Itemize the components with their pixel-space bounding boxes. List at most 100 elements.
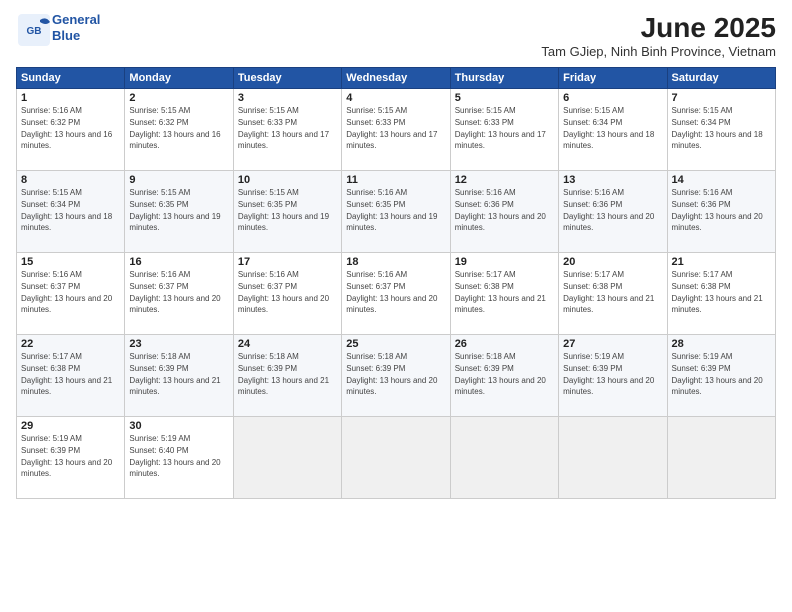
day-number: 8 [21, 174, 120, 186]
calendar-row: 22 Sunrise: 5:17 AMSunset: 6:38 PMDaylig… [17, 335, 776, 417]
day-number: 28 [672, 338, 771, 350]
day-info: Sunrise: 5:16 AMSunset: 6:32 PMDaylight:… [21, 106, 112, 150]
table-row: 29 Sunrise: 5:19 AMSunset: 6:39 PMDaylig… [17, 417, 125, 499]
th-thursday: Thursday [450, 68, 558, 89]
day-number: 15 [21, 256, 120, 268]
header-row: Sunday Monday Tuesday Wednesday Thursday… [17, 68, 776, 89]
table-row: 23 Sunrise: 5:18 AMSunset: 6:39 PMDaylig… [125, 335, 233, 417]
day-info: Sunrise: 5:19 AMSunset: 6:39 PMDaylight:… [21, 434, 112, 478]
table-row: 12 Sunrise: 5:16 AMSunset: 6:36 PMDaylig… [450, 171, 558, 253]
day-number: 27 [563, 338, 662, 350]
day-number: 6 [563, 92, 662, 104]
day-info: Sunrise: 5:15 AMSunset: 6:35 PMDaylight:… [129, 188, 220, 232]
table-row: 4 Sunrise: 5:15 AMSunset: 6:33 PMDayligh… [342, 89, 450, 171]
day-number: 3 [238, 92, 337, 104]
day-info: Sunrise: 5:19 AMSunset: 6:39 PMDaylight:… [563, 352, 654, 396]
calendar-table: Sunday Monday Tuesday Wednesday Thursday… [16, 67, 776, 499]
header: GB General Blue June 2025 Tam GJiep, Nin… [16, 12, 776, 59]
day-number: 10 [238, 174, 337, 186]
month-title: June 2025 [541, 12, 776, 44]
logo: GB General Blue [16, 12, 100, 44]
day-number: 16 [129, 256, 228, 268]
day-info: Sunrise: 5:17 AMSunset: 6:38 PMDaylight:… [563, 270, 654, 314]
day-info: Sunrise: 5:16 AMSunset: 6:36 PMDaylight:… [455, 188, 546, 232]
day-info: Sunrise: 5:15 AMSunset: 6:33 PMDaylight:… [346, 106, 437, 150]
table-row: 28 Sunrise: 5:19 AMSunset: 6:39 PMDaylig… [667, 335, 775, 417]
logo-icon: GB [16, 12, 48, 44]
table-row: 10 Sunrise: 5:15 AMSunset: 6:35 PMDaylig… [233, 171, 341, 253]
day-info: Sunrise: 5:16 AMSunset: 6:35 PMDaylight:… [346, 188, 437, 232]
th-tuesday: Tuesday [233, 68, 341, 89]
day-number: 29 [21, 420, 120, 432]
page: GB General Blue June 2025 Tam GJiep, Nin… [0, 0, 792, 612]
table-row: 27 Sunrise: 5:19 AMSunset: 6:39 PMDaylig… [559, 335, 667, 417]
day-info: Sunrise: 5:15 AMSunset: 6:34 PMDaylight:… [563, 106, 654, 150]
day-number: 13 [563, 174, 662, 186]
day-info: Sunrise: 5:19 AMSunset: 6:39 PMDaylight:… [672, 352, 763, 396]
day-number: 26 [455, 338, 554, 350]
table-row: 5 Sunrise: 5:15 AMSunset: 6:33 PMDayligh… [450, 89, 558, 171]
calendar-row: 1 Sunrise: 5:16 AMSunset: 6:32 PMDayligh… [17, 89, 776, 171]
day-number: 5 [455, 92, 554, 104]
day-number: 22 [21, 338, 120, 350]
table-row: 21 Sunrise: 5:17 AMSunset: 6:38 PMDaylig… [667, 253, 775, 335]
table-row: 19 Sunrise: 5:17 AMSunset: 6:38 PMDaylig… [450, 253, 558, 335]
table-row: 2 Sunrise: 5:15 AMSunset: 6:32 PMDayligh… [125, 89, 233, 171]
day-info: Sunrise: 5:15 AMSunset: 6:34 PMDaylight:… [21, 188, 112, 232]
day-info: Sunrise: 5:16 AMSunset: 6:37 PMDaylight:… [238, 270, 329, 314]
day-info: Sunrise: 5:15 AMSunset: 6:32 PMDaylight:… [129, 106, 220, 150]
table-row: 30 Sunrise: 5:19 AMSunset: 6:40 PMDaylig… [125, 417, 233, 499]
day-number: 9 [129, 174, 228, 186]
table-row [667, 417, 775, 499]
day-info: Sunrise: 5:18 AMSunset: 6:39 PMDaylight:… [238, 352, 329, 396]
day-info: Sunrise: 5:18 AMSunset: 6:39 PMDaylight:… [455, 352, 546, 396]
table-row: 20 Sunrise: 5:17 AMSunset: 6:38 PMDaylig… [559, 253, 667, 335]
location: Tam GJiep, Ninh Binh Province, Vietnam [541, 44, 776, 59]
table-row: 14 Sunrise: 5:16 AMSunset: 6:36 PMDaylig… [667, 171, 775, 253]
day-info: Sunrise: 5:16 AMSunset: 6:37 PMDaylight:… [129, 270, 220, 314]
day-number: 23 [129, 338, 228, 350]
day-number: 11 [346, 174, 445, 186]
title-block: June 2025 Tam GJiep, Ninh Binh Province,… [541, 12, 776, 59]
th-monday: Monday [125, 68, 233, 89]
table-row: 3 Sunrise: 5:15 AMSunset: 6:33 PMDayligh… [233, 89, 341, 171]
th-sunday: Sunday [17, 68, 125, 89]
table-row: 18 Sunrise: 5:16 AMSunset: 6:37 PMDaylig… [342, 253, 450, 335]
day-number: 19 [455, 256, 554, 268]
day-number: 4 [346, 92, 445, 104]
day-number: 30 [129, 420, 228, 432]
table-row: 25 Sunrise: 5:18 AMSunset: 6:39 PMDaylig… [342, 335, 450, 417]
table-row: 11 Sunrise: 5:16 AMSunset: 6:35 PMDaylig… [342, 171, 450, 253]
day-info: Sunrise: 5:16 AMSunset: 6:36 PMDaylight:… [563, 188, 654, 232]
svg-text:GB: GB [27, 26, 42, 37]
day-number: 17 [238, 256, 337, 268]
table-row: 6 Sunrise: 5:15 AMSunset: 6:34 PMDayligh… [559, 89, 667, 171]
day-info: Sunrise: 5:16 AMSunset: 6:37 PMDaylight:… [346, 270, 437, 314]
calendar-row: 29 Sunrise: 5:19 AMSunset: 6:39 PMDaylig… [17, 417, 776, 499]
day-number: 14 [672, 174, 771, 186]
table-row: 1 Sunrise: 5:16 AMSunset: 6:32 PMDayligh… [17, 89, 125, 171]
day-number: 12 [455, 174, 554, 186]
table-row: 16 Sunrise: 5:16 AMSunset: 6:37 PMDaylig… [125, 253, 233, 335]
day-info: Sunrise: 5:18 AMSunset: 6:39 PMDaylight:… [129, 352, 220, 396]
table-row: 13 Sunrise: 5:16 AMSunset: 6:36 PMDaylig… [559, 171, 667, 253]
table-row: 8 Sunrise: 5:15 AMSunset: 6:34 PMDayligh… [17, 171, 125, 253]
table-row: 15 Sunrise: 5:16 AMSunset: 6:37 PMDaylig… [17, 253, 125, 335]
table-row [559, 417, 667, 499]
day-number: 20 [563, 256, 662, 268]
day-number: 25 [346, 338, 445, 350]
day-number: 18 [346, 256, 445, 268]
day-info: Sunrise: 5:15 AMSunset: 6:35 PMDaylight:… [238, 188, 329, 232]
day-number: 21 [672, 256, 771, 268]
day-number: 24 [238, 338, 337, 350]
th-wednesday: Wednesday [342, 68, 450, 89]
table-row: 26 Sunrise: 5:18 AMSunset: 6:39 PMDaylig… [450, 335, 558, 417]
calendar-row: 15 Sunrise: 5:16 AMSunset: 6:37 PMDaylig… [17, 253, 776, 335]
table-row: 7 Sunrise: 5:15 AMSunset: 6:34 PMDayligh… [667, 89, 775, 171]
day-info: Sunrise: 5:17 AMSunset: 6:38 PMDaylight:… [455, 270, 546, 314]
table-row: 9 Sunrise: 5:15 AMSunset: 6:35 PMDayligh… [125, 171, 233, 253]
day-info: Sunrise: 5:15 AMSunset: 6:33 PMDaylight:… [455, 106, 546, 150]
day-info: Sunrise: 5:15 AMSunset: 6:33 PMDaylight:… [238, 106, 329, 150]
day-number: 2 [129, 92, 228, 104]
day-info: Sunrise: 5:15 AMSunset: 6:34 PMDaylight:… [672, 106, 763, 150]
